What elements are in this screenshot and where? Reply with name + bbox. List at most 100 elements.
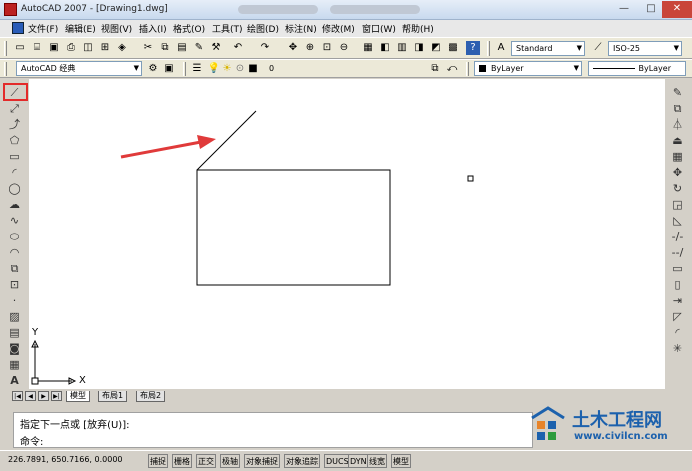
rotate-icon[interactable]: ↻ [670,181,685,195]
drawing-canvas[interactable] [29,79,665,389]
line-icon[interactable]: ⟋ [7,85,22,99]
arc-icon[interactable]: ◜ [7,165,22,179]
document-icon[interactable] [12,22,24,34]
copy-icon[interactable]: ⧉ [158,41,172,55]
toolbar-grip[interactable] [4,41,7,56]
command-window[interactable]: 指定下一点或 [放弃(U)]: 命令: [13,412,533,448]
osnap-button[interactable]: 对象捕捉 [244,454,280,468]
tab-model[interactable]: 模型 [66,391,90,402]
redo-icon[interactable]: ↷ [258,41,272,55]
minimize-button[interactable]: — [610,1,638,18]
toolbar-grip[interactable] [4,62,7,76]
menu-tools[interactable]: 工具(T) [212,22,243,35]
zoom-realtime-icon[interactable]: ⊕ [303,41,317,55]
color-select[interactable]: ByLayer ▼ [474,61,582,76]
new-file-icon[interactable]: ▭ [13,41,27,55]
tab-layout2[interactable]: 布局2 [136,391,166,402]
close-button[interactable]: ✕ [662,1,692,18]
polygon-icon[interactable]: ⬠ [7,133,22,147]
layer-select[interactable]: 0 [206,61,414,76]
ducs-button[interactable]: DUCS [324,454,351,468]
ortho-button[interactable]: 正交 [196,454,216,468]
rectangle-icon[interactable]: ▭ [7,149,22,163]
drawn-rectangle[interactable] [196,169,391,286]
make-block-icon[interactable]: ⊡ [7,277,22,291]
spline-icon[interactable]: ∿ [7,213,22,227]
open-folder-icon[interactable]: ⌸ [30,41,44,55]
properties-icon[interactable]: ▦ [361,41,375,55]
toolbar-grip[interactable] [183,62,186,76]
mirror-icon[interactable]: ⏃ [670,117,685,131]
menu-insert[interactable]: 插入(I) [139,22,167,35]
gradient-icon[interactable]: ▤ [7,325,22,339]
workspace-settings-icon[interactable]: ⚙ [146,62,160,76]
menu-window[interactable]: 窗口(W) [362,22,396,35]
markup-set-icon[interactable]: ◩ [429,41,443,55]
pan-icon[interactable]: ✥ [286,41,300,55]
menu-file[interactable]: 文件(F) [28,22,58,35]
print-preview-icon[interactable]: ◫ [81,41,95,55]
cut-icon[interactable]: ✂ [141,41,155,55]
help-icon[interactable]: ? [466,41,480,55]
last-tab-arrow-icon[interactable]: ▶| [51,391,62,401]
construction-line-icon[interactable]: ⤢ [7,101,22,115]
make-object-layer-current-icon[interactable]: ⧉ [428,62,442,76]
tool-palettes-icon[interactable]: ▥ [395,41,409,55]
stretch-icon[interactable]: ◺ [670,213,685,227]
ellipse-arc-icon[interactable]: ◠ [7,245,22,259]
block-editor-icon[interactable]: ⚒ [209,41,223,55]
dimension-style-select[interactable]: ISO-25 ▼ [608,41,682,56]
extend-icon[interactable]: --/ [670,245,685,259]
menu-edit[interactable]: 编辑(E) [65,22,96,35]
revision-cloud-icon[interactable]: ☁ [7,197,22,211]
tab-layout1[interactable]: 布局1 [98,391,128,402]
save-icon[interactable]: ▣ [47,41,61,55]
match-properties-icon[interactable]: ✎ [192,41,206,55]
circle-icon[interactable]: ◯ [7,181,22,195]
layer-previous-icon[interactable]: ⤺ [445,62,459,76]
erase-icon[interactable]: ✎ [670,85,685,99]
toolbar-grip[interactable] [487,41,490,56]
sheet-set-icon[interactable]: ◨ [412,41,426,55]
ellipse-icon[interactable]: ⬭ [7,229,22,243]
zoom-previous-icon[interactable]: ⊖ [337,41,351,55]
menu-draw[interactable]: 绘图(D) [247,22,279,35]
move-icon[interactable]: ✥ [670,165,685,179]
publish-icon[interactable]: ⊞ [98,41,112,55]
linetype-select[interactable]: ByLayer [588,61,686,76]
hatch-icon[interactable]: ▨ [7,309,22,323]
plot-icon[interactable]: ◈ [115,41,129,55]
undo-icon[interactable]: ↶ [231,41,245,55]
menu-dimension[interactable]: 标注(N) [285,22,317,35]
text-style-select[interactable]: Standard ▼ [511,41,585,56]
join-icon[interactable]: ⇥ [670,293,685,307]
prev-tab-arrow-icon[interactable]: ◀ [25,391,36,401]
print-icon[interactable]: ⎙ [64,41,78,55]
menu-help[interactable]: 帮助(H) [402,22,434,35]
zoom-window-icon[interactable]: ⊡ [320,41,334,55]
lineweight-button[interactable]: 线宽 [367,454,387,468]
break-at-point-icon[interactable]: ▭ [670,261,685,275]
paste-icon[interactable]: ▤ [175,41,189,55]
maximize-button[interactable]: □ [637,1,665,18]
autocad-app-icon[interactable] [4,3,17,16]
first-tab-arrow-icon[interactable]: |◀ [12,391,23,401]
layer-manager-icon[interactable]: ☰ [190,62,204,76]
table-icon[interactable]: ▦ [7,357,22,371]
array-icon[interactable]: ▦ [670,149,685,163]
chamfer-icon[interactable]: ◸ [670,309,685,323]
insert-block-icon[interactable]: ⧉ [7,261,22,275]
dyn-button[interactable]: DYN [348,454,369,468]
scale-icon[interactable]: ◲ [670,197,685,211]
menu-modify[interactable]: 修改(M) [322,22,355,35]
toolbar-grip[interactable] [466,62,469,76]
workspace-select[interactable]: AutoCAD 经典 ▼ [16,61,142,76]
fillet-icon[interactable]: ◜ [670,325,685,339]
break-icon[interactable]: ▯ [670,277,685,291]
trim-icon[interactable]: -/- [670,229,685,243]
next-tab-arrow-icon[interactable]: ▶ [38,391,49,401]
design-center-icon[interactable]: ◧ [378,41,392,55]
offset-icon[interactable]: ⏏ [670,133,685,147]
polar-button[interactable]: 极轴 [220,454,240,468]
menu-view[interactable]: 视图(V) [101,22,132,35]
